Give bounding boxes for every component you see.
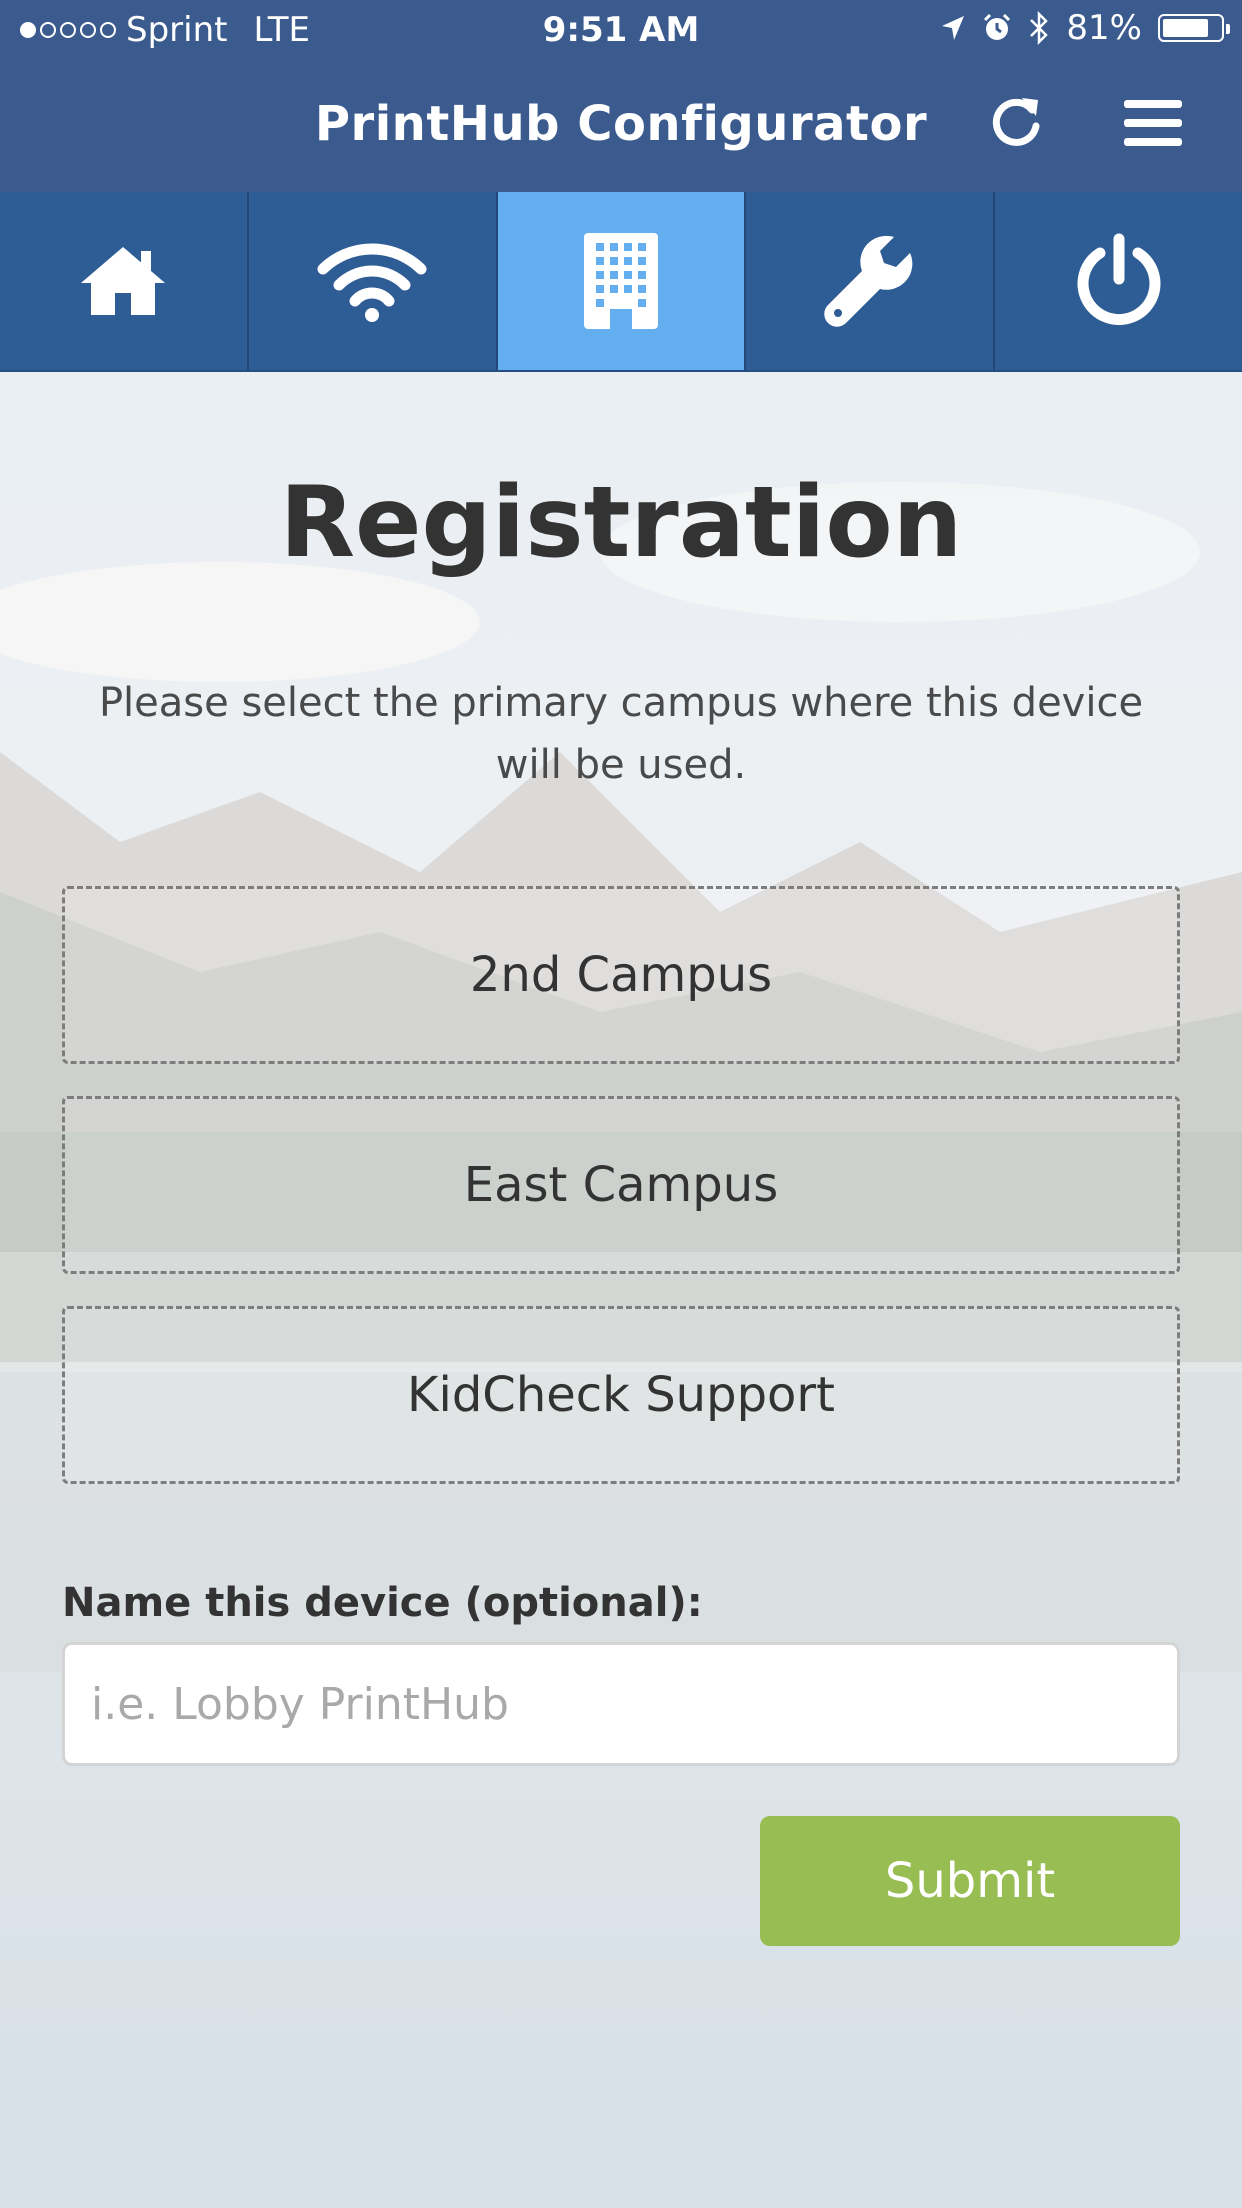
hamburger-menu-icon [1124,119,1182,127]
wrench-icon [824,235,913,327]
device-name-label: Name this device (optional): [62,1580,703,1626]
power-icon [1077,233,1161,326]
app-header: Sprint LTE 9:51 AM 81% PrintHub Configur… [0,0,1242,192]
refresh-button[interactable] [988,94,1044,150]
wifi-icon [317,243,427,322]
bluetooth-icon [1030,11,1049,45]
battery-level [1163,19,1209,37]
status-bar: Sprint LTE 9:51 AM 81% [0,0,1242,62]
battery-percent: 81% [1066,8,1142,48]
refresh-icon [992,98,1040,146]
campus-option[interactable]: 2nd Campus [62,886,1180,1064]
device-name-input[interactable] [62,1642,1180,1766]
status-right: 81% [940,8,1230,48]
submit-button[interactable]: Submit [760,1816,1180,1946]
battery-icon [1158,14,1230,42]
tab-power[interactable] [995,192,1242,370]
hamburger-menu-icon [1124,100,1182,108]
alarm-icon [984,13,1011,40]
home-icon [81,247,166,315]
instructions-text: Please select the primary campus where t… [98,680,1144,788]
app-title: PrintHub Configurator [314,96,928,152]
building-icon [583,233,658,329]
location-arrow-icon [942,16,965,40]
tab-registration[interactable] [497,192,747,370]
menu-button[interactable] [1124,100,1182,146]
tab-tools[interactable] [746,192,996,370]
nav-tabs [0,192,1242,372]
campus-option[interactable]: KidCheck Support [62,1306,1180,1484]
tab-home[interactable] [0,192,249,370]
tab-wifi[interactable] [248,192,498,370]
campus-option[interactable]: East Campus [62,1096,1180,1274]
page-title: Registration [279,466,963,580]
hamburger-menu-icon [1124,138,1182,146]
